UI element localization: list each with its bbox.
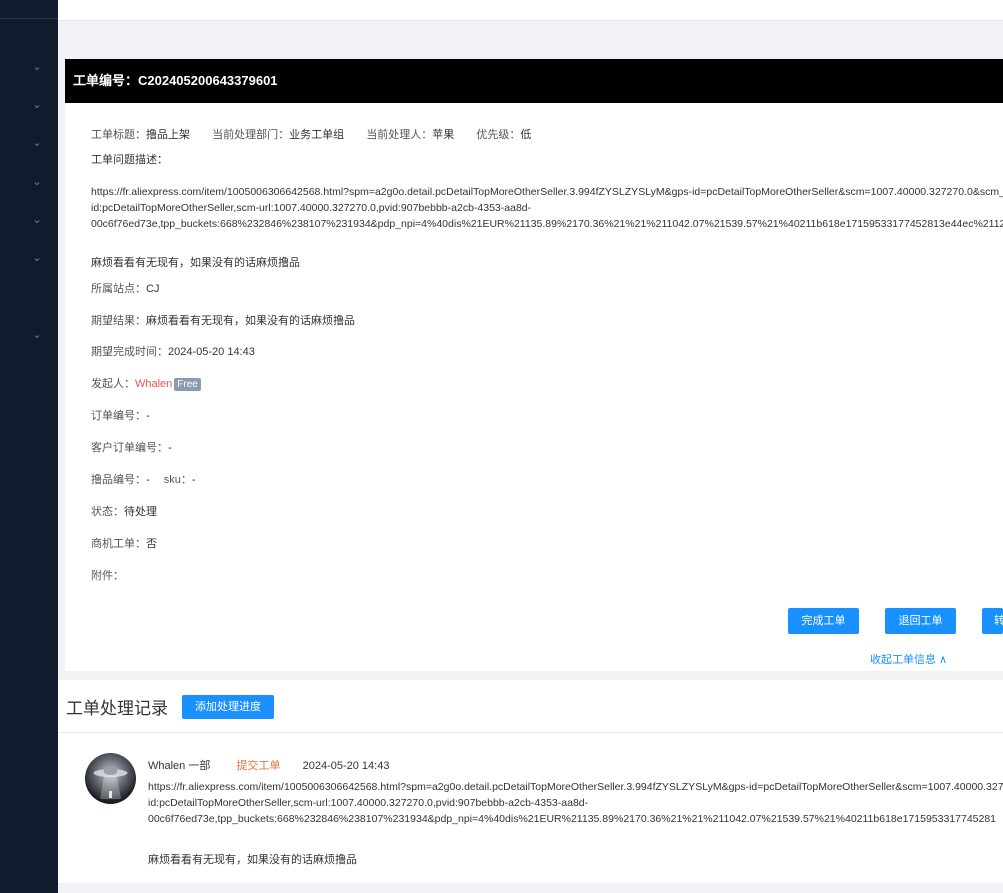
record-user: Whalen (148, 760, 186, 772)
initiator-badge: Free (174, 378, 201, 391)
ticket-number-header: 工单编号：C202405200643379601 (65, 59, 1003, 103)
bottom-strip (58, 883, 1003, 893)
product-value: - (146, 474, 150, 486)
status-value: 待处理 (124, 506, 157, 518)
customer-order-label: 客户订单编号： (91, 442, 168, 454)
transfer-ticket-button[interactable]: 转 (982, 608, 1003, 634)
site-value: CJ (146, 283, 160, 295)
status-label: 状态： (91, 506, 124, 518)
record-content-line: 00c6f76ed73e,tpp_buckets:668%232846%2381… (148, 813, 997, 825)
ticket-card: 工单编号：C202405200643379601 工单标题：撸品上架 当前处理部… (65, 59, 1003, 671)
customer-order-value: - (168, 442, 172, 454)
dept-value: 业务工单组 (289, 129, 345, 141)
expected-row: 期望结果：麻烦看看有无现有，如果没有的话麻烦撸品 (91, 312, 355, 328)
description-note: 麻烦看看有无现有，如果没有的话麻烦撸品 (91, 257, 300, 269)
site-row: 所属站点：CJ (91, 280, 159, 296)
top-bar (58, 0, 1003, 21)
title-value: 撸品上架 (146, 129, 190, 141)
initiator-label: 发起人： (91, 378, 135, 390)
chevron-down-icon[interactable]: ⌄ (30, 136, 44, 150)
business-label: 商机工单： (91, 538, 146, 550)
initiator-row: 发起人：Whalen Free (91, 375, 201, 391)
chevron-down-icon[interactable]: ⌄ (30, 251, 44, 265)
business-row: 商机工单：否 (91, 535, 157, 551)
order-value: - (146, 410, 150, 422)
description-url-line: https://fr.aliexpress.com/item/100500630… (91, 186, 1003, 198)
chevron-down-icon[interactable]: ⌄ (30, 175, 44, 189)
chevron-down-icon[interactable]: ⌄ (30, 328, 44, 342)
complete-ticket-button[interactable]: 完成工单 (788, 608, 859, 634)
dept-label: 当前处理部门： (212, 129, 290, 141)
product-row: 撸品编号：- sku：- (91, 471, 196, 487)
description-label: 工单问题描述： (91, 154, 168, 166)
records-title: 工单处理记录 (66, 699, 168, 718)
attachment-row: 附件： (91, 567, 124, 583)
title-label: 工单标题： (91, 129, 146, 141)
description-url: https://fr.aliexpress.com/item/100500630… (91, 184, 1003, 232)
avatar (85, 753, 136, 804)
expected-time-row: 期望完成时间：2024-05-20 14:43 (91, 343, 255, 359)
record-item: Whalen 一部 提交工单 2024-05-20 14:43 https://… (58, 733, 1003, 883)
site-label: 所属站点： (91, 283, 146, 295)
business-value: 否 (146, 538, 157, 550)
record-dept: 一部 (188, 760, 211, 772)
expected-time-value: 2024-05-20 14:43 (168, 346, 255, 358)
priority-label: 优先级： (476, 129, 521, 141)
priority-value: 低 (520, 129, 532, 141)
expected-value: 麻烦看看有无现有，如果没有的话麻烦撸品 (146, 315, 355, 327)
record-content-line: https://fr.aliexpress.com/item/100500630… (148, 781, 1003, 793)
sidebar: ⌄ ⌄ ⌄ ⌄ ⌄ ⌄ ⌄ (0, 0, 58, 893)
record-header: Whalen 一部 提交工单 2024-05-20 14:43 (148, 757, 389, 773)
description-url-line: id:pcDetailTopMoreOtherSeller,scm-url:10… (91, 202, 532, 214)
expected-label: 期望结果： (91, 315, 146, 327)
sku-label: sku： (163, 474, 192, 486)
expected-time-label: 期望完成时间： (91, 346, 168, 358)
order-label: 订单编号： (91, 410, 146, 422)
attachment-label: 附件： (91, 570, 124, 582)
handler-label: 当前处理人： (366, 129, 433, 141)
record-note: 麻烦看看有无现有，如果没有的话麻烦撸品 (148, 854, 357, 866)
customer-order-row: 客户订单编号：- (91, 439, 172, 455)
order-row: 订单编号：- (91, 407, 150, 423)
status-row: 状态：待处理 (91, 503, 157, 519)
chevron-down-icon[interactable]: ⌄ (30, 213, 44, 227)
sku-value: - (191, 474, 196, 486)
product-label: 撸品编号： (91, 474, 146, 486)
record-time: 2024-05-20 14:43 (302, 760, 390, 772)
handler-value: 苹果 (432, 129, 455, 141)
initiator-name[interactable]: Whalen (135, 378, 172, 390)
record-action: 提交工单 (236, 760, 281, 772)
description-url-line: 00c6f76ed73e,tpp_buckets:668%232846%2381… (91, 218, 1003, 230)
return-ticket-button[interactable]: 退回工单 (885, 608, 956, 634)
sidebar-divider (0, 18, 58, 19)
record-content-line: id:pcDetailTopMoreOtherSeller,scm-url:10… (148, 797, 589, 809)
chevron-down-icon[interactable]: ⌄ (30, 60, 44, 74)
collapse-ticket-info-link[interactable]: 收起工单信息 ∧ (870, 651, 947, 667)
ticket-meta-row: 工单标题：撸品上架 当前处理部门：业务工单组 当前处理人：苹果 优先级：低 (91, 126, 531, 142)
chevron-down-icon[interactable]: ⌄ (30, 98, 44, 112)
add-progress-button[interactable]: 添加处理进度 (182, 695, 274, 719)
record-content: https://fr.aliexpress.com/item/100500630… (148, 779, 1003, 827)
records-header: 工单处理记录 添加处理进度 (58, 680, 1003, 733)
